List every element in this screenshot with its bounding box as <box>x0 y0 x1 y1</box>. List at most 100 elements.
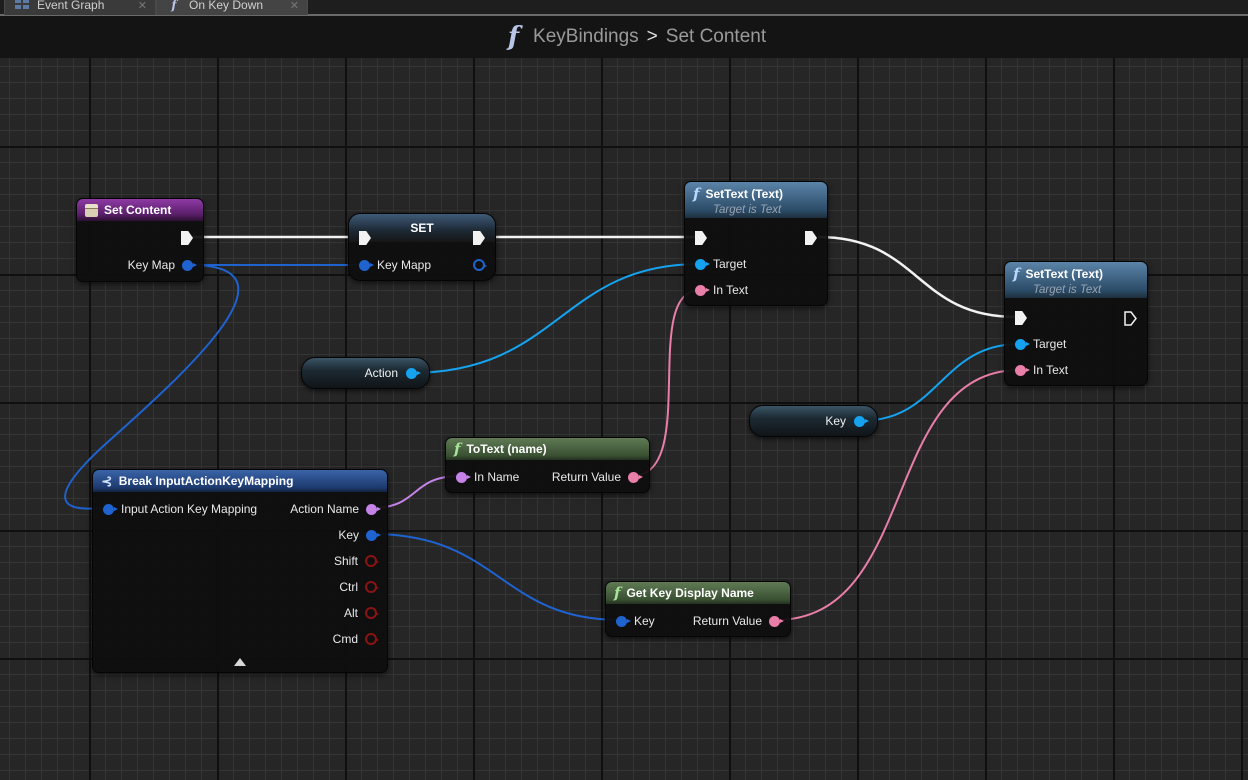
tab-label: On Key Down <box>189 0 264 12</box>
exec-pin-icon <box>695 231 707 245</box>
pin-label: Key Mapp <box>377 258 432 272</box>
tab-on-key-down[interactable]: f On Key Down ✕ <box>156 0 308 15</box>
node-get-key-display-name[interactable]: f Get Key Display Name Key Return Value <box>605 581 791 637</box>
pin-label: Key <box>634 614 655 628</box>
pin-label: Alt <box>343 606 358 620</box>
pin-input-action-key-mapping[interactable]: Input Action Key Mapping <box>103 501 264 517</box>
object-pin-icon[interactable] <box>406 367 421 379</box>
breadcrumb-item-set-content[interactable]: Set Content <box>666 26 766 48</box>
struct-pin-icon <box>182 259 197 271</box>
node-title: ToText (name) <box>466 442 547 456</box>
node-header: f Get Key Display Name <box>606 582 790 604</box>
close-icon[interactable]: ✕ <box>138 0 147 12</box>
node-header: ⊰ Break InputActionKeyMapping <box>93 470 387 492</box>
pin-key-mapp-in[interactable]: Key Mapp <box>359 257 438 273</box>
breadcrumb-separator: > <box>646 26 658 47</box>
exec-pin-icon <box>1015 311 1027 325</box>
exec-out-pin[interactable] <box>473 230 485 246</box>
struct-pin-icon <box>366 529 381 541</box>
function-icon: f <box>171 0 177 12</box>
exec-out-pin[interactable] <box>181 230 193 246</box>
object-pin-icon <box>695 258 710 270</box>
node-title: Get Key Display Name <box>626 586 754 600</box>
node-header: Set Content <box>77 199 203 221</box>
pin-key[interactable]: Key <box>331 527 381 543</box>
pin-label: In Text <box>713 283 749 297</box>
event-icon <box>85 203 98 217</box>
name-pin-icon <box>366 503 381 515</box>
object-pin-icon <box>1015 338 1030 350</box>
node-title: SetText (Text) <box>705 186 784 201</box>
bool-pin-icon <box>365 581 379 593</box>
variable-label: Key <box>825 414 846 428</box>
node-key-variable[interactable]: Key <box>749 405 878 437</box>
text-pin-icon <box>1015 364 1030 376</box>
exec-pin-icon <box>1124 310 1137 326</box>
pin-in-text[interactable]: In Text <box>695 282 755 298</box>
struct-pin-icon <box>103 503 118 515</box>
pin-label: Key Map <box>127 258 175 272</box>
exec-out-pin[interactable] <box>805 230 817 246</box>
pin-action-name[interactable]: Action Name <box>283 501 381 517</box>
text-pin-icon <box>769 615 784 627</box>
pin-label: Cmd <box>332 632 358 646</box>
pin-target[interactable]: Target <box>1015 336 1073 352</box>
function-icon: f <box>507 22 520 52</box>
pin-key-map[interactable]: Key Map <box>121 257 197 273</box>
pin-label: In Name <box>474 470 520 484</box>
event-graph-icon <box>13 0 31 12</box>
name-pin-icon <box>456 471 471 483</box>
exec-in-pin[interactable] <box>359 230 371 246</box>
pin-target[interactable]: Target <box>695 256 753 272</box>
tab-bar: Event Graph ✕ f On Key Down ✕ <box>0 0 1248 16</box>
function-icon: f <box>614 584 621 602</box>
tab-event-graph[interactable]: Event Graph ✕ <box>4 0 156 15</box>
bool-pin-icon <box>365 633 379 645</box>
function-icon: f <box>1013 264 1020 283</box>
object-pin-icon[interactable] <box>854 415 869 427</box>
node-set[interactable]: SET Key Mapp <box>348 213 496 281</box>
node-totext-name[interactable]: f ToText (name) In Name Return Value <box>445 437 650 493</box>
struct-pin-icon <box>359 259 374 271</box>
node-break-input-action-key-mapping[interactable]: ⊰ Break InputActionKeyMapping Input Acti… <box>92 469 388 673</box>
node-subtitle: Target is Text <box>713 203 782 216</box>
exec-in-pin[interactable] <box>695 230 707 246</box>
pin-in-text[interactable]: In Text <box>1015 362 1075 378</box>
pin-label: Key <box>338 528 359 542</box>
struct-pin-icon <box>473 259 487 271</box>
pin-label: Action Name <box>290 502 359 516</box>
pin-label: Target <box>1033 337 1067 351</box>
variable-label: Action <box>364 366 398 380</box>
node-action-variable[interactable]: Action <box>301 357 430 389</box>
pin-label: Return Value <box>551 470 621 484</box>
text-pin-icon <box>628 471 643 483</box>
pin-label: Ctrl <box>339 580 358 594</box>
close-icon[interactable]: ✕ <box>290 0 299 12</box>
node-settext-2[interactable]: f SetText (Text) Target is Text Target I… <box>1004 261 1148 386</box>
pin-ctrl[interactable]: Ctrl <box>332 579 379 595</box>
bool-pin-icon <box>365 607 379 619</box>
pin-alt[interactable]: Alt <box>337 605 379 621</box>
node-settext-1[interactable]: f SetText (Text) Target is Text Target I… <box>684 181 828 306</box>
collapse-arrow-icon[interactable] <box>234 658 246 666</box>
pin-return-value[interactable]: Return Value <box>686 613 784 629</box>
pin-cmd[interactable]: Cmd <box>326 631 379 647</box>
exec-in-pin[interactable] <box>1015 310 1027 326</box>
breadcrumb-item-keybindings[interactable]: KeyBindings <box>533 26 639 48</box>
pin-shift[interactable]: Shift <box>327 553 379 569</box>
pin-key-mapp-out[interactable] <box>473 257 487 273</box>
breadcrumb: f KeyBindings > Set Content <box>508 22 766 52</box>
pin-key[interactable]: Key <box>616 613 662 629</box>
pin-in-name[interactable]: In Name <box>456 469 526 485</box>
pin-return-value[interactable]: Return Value <box>545 469 643 485</box>
bool-pin-icon <box>365 555 379 567</box>
struct-pin-icon <box>616 615 631 627</box>
exec-pin-icon <box>181 231 193 245</box>
exec-out-pin[interactable] <box>1124 310 1137 326</box>
pin-label: Target <box>713 257 747 271</box>
node-title: SET <box>410 221 434 235</box>
node-title: SetText (Text) <box>1025 266 1104 281</box>
node-subtitle: Target is Text <box>1033 283 1102 296</box>
node-set-content[interactable]: Set Content Key Map <box>76 198 204 282</box>
pin-label: Return Value <box>692 614 762 628</box>
